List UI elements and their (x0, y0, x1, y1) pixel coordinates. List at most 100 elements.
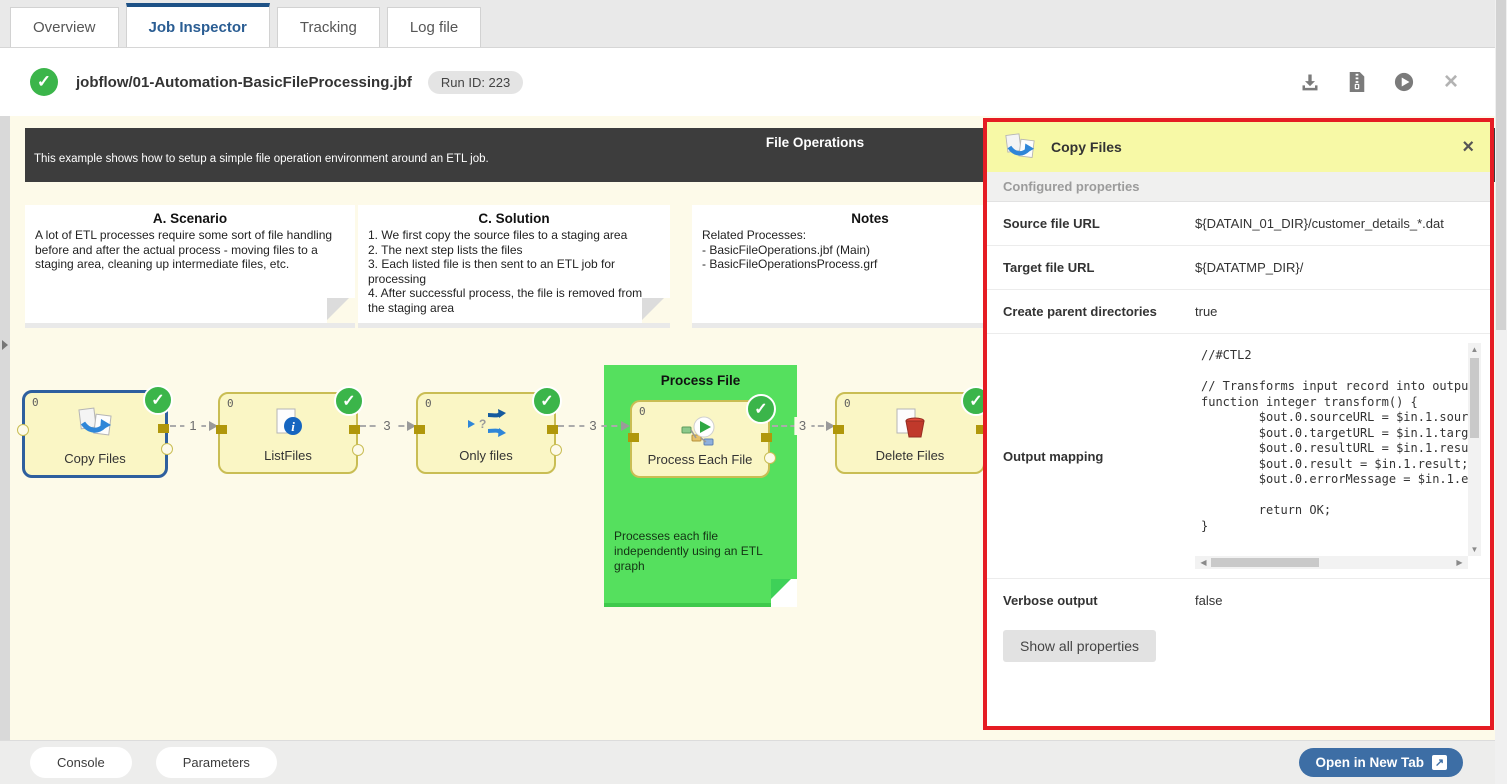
tab-tracking[interactable]: Tracking (277, 7, 380, 47)
scrollbar-thumb[interactable] (1470, 358, 1479, 438)
delete-files-icon (837, 407, 983, 441)
property-label: Verbose output (1003, 593, 1195, 608)
vertical-scrollbar[interactable]: ▲ ▼ (1468, 343, 1481, 556)
tab-job-inspector[interactable]: Job Inspector (126, 3, 270, 47)
job-inspector-app: Overview Job Inspector Tracking Log file… (0, 0, 1507, 784)
etl-graph-icon (632, 415, 768, 447)
close-icon[interactable]: × (1441, 72, 1461, 92)
property-label: Source file URL (1003, 216, 1195, 231)
tab-overview[interactable]: Overview (10, 7, 119, 47)
edge-record-count: 3 (794, 417, 811, 435)
node-listfiles[interactable]: 0 i ListFiles ✓ (218, 392, 358, 474)
scroll-down-icon[interactable]: ▼ (1468, 545, 1481, 554)
export-archive-icon[interactable] (1347, 72, 1367, 92)
left-gutter (0, 116, 10, 784)
property-value: true (1195, 304, 1217, 319)
property-row: Target file URL ${DATATMP_DIR}/ (987, 246, 1490, 290)
node-label: ListFiles (220, 448, 356, 463)
port-notch (764, 452, 776, 464)
node-copy-files[interactable]: 0 Copy Files ✓ (22, 390, 168, 478)
toolbar: × (1300, 72, 1461, 92)
port-notch (550, 444, 562, 456)
scroll-left-icon[interactable]: ◀ (1197, 558, 1210, 567)
external-link-icon: ↗ (1432, 755, 1447, 770)
port-notch (17, 424, 29, 436)
edge-only-to-process: 3 (558, 425, 628, 427)
output-port (761, 433, 772, 442)
edge-record-count: 1 (184, 417, 201, 435)
property-label: Output mapping (1003, 449, 1195, 464)
expand-left-panel-icon[interactable] (2, 340, 8, 350)
node-label: Delete Files (837, 448, 983, 463)
note-body: A lot of ETL processes require some sort… (25, 228, 355, 272)
title-bar: ✓ jobflow/01-Automation-BasicFileProcess… (0, 48, 1495, 116)
svg-text:?: ? (479, 417, 486, 431)
input-port (414, 425, 425, 434)
node-label: Process Each File (632, 452, 768, 467)
output-mapping-code[interactable]: //#CTL2 // Transforms input record into … (1195, 343, 1481, 569)
input-port (628, 433, 639, 442)
container-title: Process File (604, 373, 797, 388)
node-process-each-file[interactable]: 0 Process Each File ✓ (630, 400, 770, 478)
job-title: jobflow/01-Automation-BasicFileProcessin… (76, 74, 412, 91)
note-scenario: A. Scenario A lot of ETL processes requi… (25, 205, 355, 328)
horizontal-scrollbar[interactable]: ◀ ▶ (1195, 556, 1468, 569)
property-row: Create parent directories true (987, 290, 1490, 334)
node-only-files[interactable]: 0 ? Only files ✓ (416, 392, 556, 474)
port-notch (352, 444, 364, 456)
edge-process-to-delete: 3 (772, 425, 833, 427)
run-play-icon[interactable] (1394, 72, 1414, 92)
footer-bar: Console Parameters Open in New Tab ↗ (0, 740, 1507, 784)
node-label: Only files (418, 448, 554, 463)
property-label: Create parent directories (1003, 304, 1195, 319)
tab-log-file[interactable]: Log file (387, 7, 481, 47)
panel-header: Copy Files × (987, 122, 1490, 172)
input-port (216, 425, 227, 434)
container-note: Processes each file independently using … (614, 529, 786, 574)
success-check-icon: ✓ (143, 385, 173, 415)
property-value: ${DATAIN_01_DIR}/customer_details_*.dat (1195, 216, 1444, 231)
scroll-right-icon[interactable]: ▶ (1453, 558, 1466, 567)
edge-list-to-only: 3 (360, 425, 414, 427)
copy-files-icon (25, 406, 165, 440)
panel-title: Copy Files (1051, 139, 1122, 155)
section-header: Configured properties (987, 172, 1490, 202)
open-in-new-tab-button[interactable]: Open in New Tab ↗ (1299, 748, 1463, 777)
parameters-button[interactable]: Parameters (156, 747, 277, 778)
panel-close-icon[interactable]: × (1462, 137, 1474, 157)
output-port (158, 424, 169, 433)
folded-corner-icon (771, 579, 797, 607)
folded-corner-icon (327, 298, 355, 328)
list-files-icon: i (220, 407, 356, 439)
property-row: Source file URL ${DATAIN_01_DIR}/custome… (987, 202, 1490, 246)
filter-files-icon: ? (418, 407, 554, 439)
property-row-output-mapping: Output mapping //#CTL2 // Transforms inp… (987, 334, 1490, 579)
success-check-icon: ✓ (532, 386, 562, 416)
note-body: 1. We first copy the source files to a s… (358, 228, 670, 315)
node-label: Copy Files (25, 451, 165, 466)
scrollbar-thumb[interactable] (1496, 0, 1506, 330)
node-delete-files[interactable]: 0 Delete Files ✓ (835, 392, 985, 474)
success-check-icon: ✓ (30, 68, 58, 96)
show-all-properties-button[interactable]: Show all properties (1003, 630, 1156, 662)
property-row: Verbose output false (987, 579, 1490, 622)
output-port (349, 425, 360, 434)
scroll-up-icon[interactable]: ▲ (1468, 345, 1481, 354)
node-properties-panel: Copy Files × Configured properties Sourc… (983, 118, 1494, 730)
open-in-new-tab-label: Open in New Tab (1315, 755, 1424, 770)
folded-corner-icon (642, 298, 670, 328)
success-check-icon: ✓ (746, 394, 776, 424)
code-text: //#CTL2 // Transforms input record into … (1195, 343, 1481, 539)
edge-copy-to-list: 1 (170, 425, 216, 427)
window-scrollbar[interactable] (1495, 0, 1507, 784)
note-title: C. Solution (358, 211, 670, 226)
property-value: false (1195, 593, 1222, 608)
note-title: A. Scenario (25, 211, 355, 226)
edge-record-count: 3 (378, 417, 395, 435)
run-id-badge: Run ID: 223 (428, 71, 523, 94)
note-solution: C. Solution 1. We first copy the source … (358, 205, 670, 328)
copy-files-icon (1003, 132, 1037, 162)
scrollbar-thumb[interactable] (1211, 558, 1319, 567)
console-button[interactable]: Console (30, 747, 132, 778)
download-icon[interactable] (1300, 72, 1320, 92)
